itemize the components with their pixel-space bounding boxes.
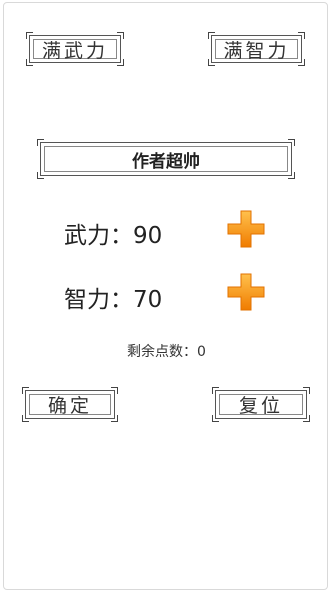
- plus-icon[interactable]: [224, 270, 268, 314]
- title-banner: 作者超帅: [37, 139, 295, 179]
- max-intel-button[interactable]: 满智力: [208, 32, 305, 66]
- intel-label: 智力：: [64, 287, 133, 313]
- confirm-button[interactable]: 确定: [22, 387, 118, 422]
- force-stat: 武力：90: [64, 216, 162, 250]
- max-intel-label: 满智力: [223, 39, 290, 62]
- intel-stat: 智力：70: [64, 280, 162, 314]
- intel-value: 70: [133, 287, 163, 313]
- remaining-label: 剩余点数：: [127, 344, 198, 360]
- reset-button[interactable]: 复位: [212, 387, 310, 422]
- reset-label: 复位: [238, 395, 283, 417]
- force-label: 武力：: [64, 223, 133, 249]
- remaining-points: 剩余点数：0: [0, 341, 333, 361]
- max-force-button[interactable]: 满武力: [26, 32, 124, 66]
- max-force-label: 满武力: [41, 39, 108, 62]
- force-value: 90: [133, 223, 163, 249]
- remaining-value: 0: [197, 344, 206, 360]
- confirm-label: 确定: [47, 395, 92, 417]
- screen-frame: [3, 2, 328, 590]
- plus-icon[interactable]: [224, 207, 268, 251]
- page-title: 作者超帅: [132, 151, 200, 172]
